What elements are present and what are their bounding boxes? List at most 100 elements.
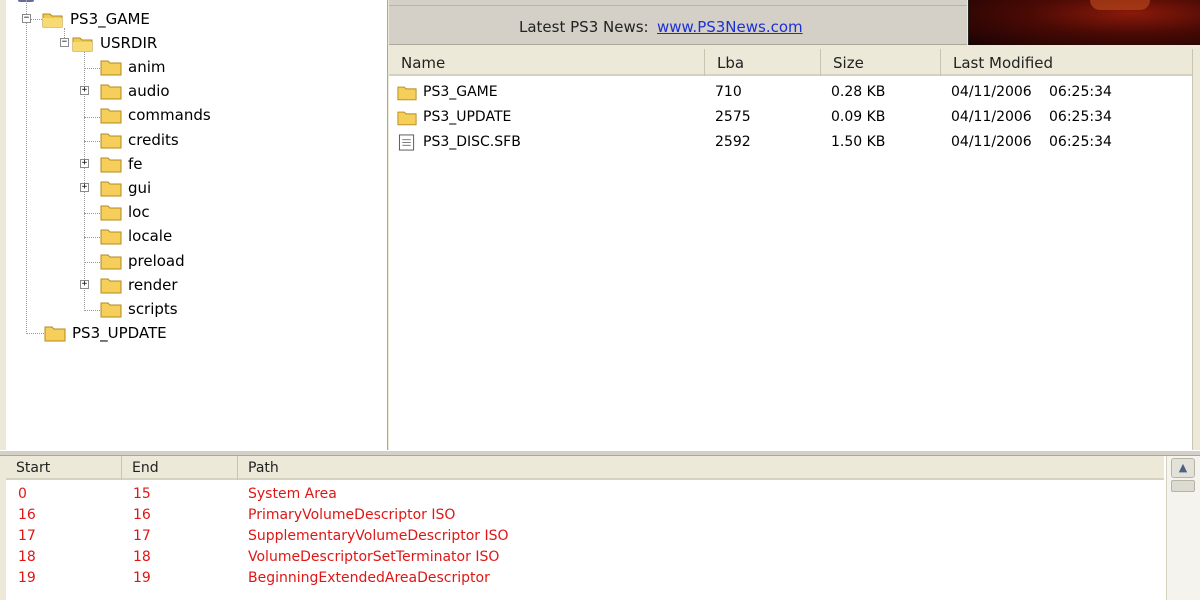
file-row[interactable]: PS3_DISC.SFB 2592 1.50 KB 04/11/2006 06:… bbox=[389, 130, 1192, 155]
folder-icon bbox=[100, 84, 122, 100]
tree-node-preload[interactable]: preload bbox=[100, 250, 185, 272]
tree-connector bbox=[84, 237, 100, 238]
folder-tree-panel[interactable]: − PS3_GAME − USRDIR anim + audio command… bbox=[6, 0, 388, 450]
tree-node-ps3-update[interactable]: PS3_UPDATE bbox=[44, 322, 167, 344]
tree-connector bbox=[26, 333, 44, 334]
tree-node-label: audio bbox=[128, 82, 170, 100]
column-header-start[interactable]: Start bbox=[6, 456, 122, 480]
news-link[interactable]: www.PS3News.com bbox=[657, 18, 803, 36]
sector-log-panel[interactable]: Start End Path 0 15 System Area 16 16 Pr… bbox=[6, 456, 1200, 600]
tree-node-commands[interactable]: commands bbox=[100, 104, 211, 126]
file-date: 04/11/2006 bbox=[951, 84, 1032, 100]
news-bar: Latest PS3 News: www.PS3News.com bbox=[389, 0, 967, 45]
scroll-thumb[interactable] bbox=[1171, 480, 1195, 492]
log-path: PrimaryVolumeDescriptor ISO bbox=[248, 507, 456, 523]
log-row[interactable]: 17 17 SupplementaryVolumeDescriptor ISO bbox=[6, 526, 1164, 547]
log-row[interactable]: 16 16 PrimaryVolumeDescriptor ISO bbox=[6, 505, 1164, 526]
news-label: Latest PS3 News: bbox=[519, 18, 649, 36]
folder-icon bbox=[100, 157, 122, 173]
tree-connector bbox=[84, 310, 100, 311]
log-end: 19 bbox=[133, 570, 151, 586]
file-lba: 710 bbox=[715, 84, 742, 100]
folder-icon bbox=[100, 278, 122, 294]
tree-node-label: USRDIR bbox=[100, 34, 158, 52]
folder-icon bbox=[100, 108, 122, 124]
file-name: PS3_DISC.SFB bbox=[423, 134, 521, 150]
log-path: SupplementaryVolumeDescriptor ISO bbox=[248, 528, 509, 544]
file-list-panel[interactable]: Name Lba Size Last Modified PS3_GAME 710… bbox=[389, 49, 1192, 450]
tree-node-label: fe bbox=[128, 155, 143, 173]
file-size: 0.09 KB bbox=[831, 109, 886, 125]
column-header-path[interactable]: Path bbox=[238, 456, 1164, 480]
tree-node-loc[interactable]: loc bbox=[100, 201, 150, 223]
file-row[interactable]: PS3_GAME 710 0.28 KB 04/11/2006 06:25:34 bbox=[389, 80, 1192, 105]
tree-node-label: gui bbox=[128, 179, 152, 197]
tree-node-label: credits bbox=[128, 131, 179, 149]
log-start: 17 bbox=[18, 528, 36, 544]
collapse-toggle[interactable]: − bbox=[60, 38, 69, 47]
log-row[interactable]: 19 19 BeginningExtendedAreaDescriptor bbox=[6, 568, 1164, 589]
tree-node-audio[interactable]: audio bbox=[100, 80, 170, 102]
tree-connector bbox=[26, 0, 27, 334]
log-vertical-scrollbar[interactable]: ▲ bbox=[1166, 456, 1200, 600]
folder-icon bbox=[100, 229, 122, 245]
log-row[interactable]: 0 15 System Area bbox=[6, 484, 1164, 505]
folder-icon bbox=[100, 181, 122, 197]
tree-connector bbox=[84, 68, 100, 69]
expand-toggle[interactable]: + bbox=[80, 86, 89, 95]
scroll-up-arrow-icon[interactable]: ▲ bbox=[1171, 458, 1195, 478]
tree-node-fe[interactable]: fe bbox=[100, 153, 143, 175]
folder-icon bbox=[100, 133, 122, 149]
file-name: PS3_UPDATE bbox=[423, 109, 512, 125]
expand-toggle[interactable]: + bbox=[80, 159, 89, 168]
folder-icon bbox=[397, 111, 417, 126]
tree-node-scripts[interactable]: scripts bbox=[100, 298, 178, 320]
expand-toggle[interactable]: + bbox=[80, 280, 89, 289]
log-end: 17 bbox=[133, 528, 151, 544]
file-time: 06:25:34 bbox=[1049, 134, 1112, 150]
file-time: 06:25:34 bbox=[1049, 84, 1112, 100]
folder-icon bbox=[100, 302, 122, 318]
log-header: Start End Path bbox=[6, 456, 1164, 480]
tree-connector bbox=[84, 117, 100, 118]
file-date: 04/11/2006 bbox=[951, 109, 1032, 125]
cut-off-info-row bbox=[389, 0, 967, 6]
tree-node-gui[interactable]: gui bbox=[100, 177, 151, 199]
log-row[interactable]: 18 18 VolumeDescriptorSetTerminator ISO bbox=[6, 547, 1164, 568]
column-header-lba[interactable]: Lba bbox=[705, 49, 821, 76]
column-header-name[interactable]: Name bbox=[389, 49, 705, 76]
banner-artwork bbox=[1090, 0, 1150, 10]
column-header-end[interactable]: End bbox=[122, 456, 238, 480]
column-header-size[interactable]: Size bbox=[821, 49, 941, 76]
folder-open-icon bbox=[72, 37, 93, 52]
collapse-toggle[interactable]: − bbox=[22, 14, 31, 23]
folder-icon bbox=[397, 86, 417, 101]
tree-node-label: anim bbox=[128, 58, 166, 76]
log-end: 15 bbox=[133, 486, 151, 502]
log-start: 0 bbox=[18, 486, 27, 502]
log-start: 16 bbox=[18, 507, 36, 523]
column-header-last-modified[interactable]: Last Modified bbox=[941, 49, 1192, 76]
file-list-header: Name Lba Size Last Modified bbox=[389, 49, 1192, 76]
file-list-scrollbar[interactable] bbox=[1192, 49, 1200, 450]
tree-node-label: loc bbox=[128, 203, 150, 221]
log-path: System Area bbox=[248, 486, 337, 502]
tree-node-label: render bbox=[128, 276, 178, 294]
log-start: 19 bbox=[18, 570, 36, 586]
log-path: BeginningExtendedAreaDescriptor bbox=[248, 570, 490, 586]
tree-node-label: commands bbox=[128, 106, 211, 124]
log-start: 18 bbox=[18, 549, 36, 565]
log-path: VolumeDescriptorSetTerminator ISO bbox=[248, 549, 500, 565]
expand-toggle[interactable]: + bbox=[80, 183, 89, 192]
tree-node-anim[interactable]: anim bbox=[100, 56, 165, 78]
tree-node-ps3-game[interactable]: PS3_GAME bbox=[42, 8, 150, 30]
folder-icon bbox=[44, 326, 66, 342]
tree-node-label: PS3_UPDATE bbox=[72, 324, 167, 342]
file-row[interactable]: PS3_UPDATE 2575 0.09 KB 04/11/2006 06:25… bbox=[389, 105, 1192, 130]
tree-node-usrdir[interactable]: USRDIR bbox=[72, 32, 157, 54]
tree-node-render[interactable]: render bbox=[100, 274, 178, 296]
tree-node-locale[interactable]: locale bbox=[100, 225, 172, 247]
tree-node-label: scripts bbox=[128, 300, 178, 318]
tree-connector bbox=[84, 141, 100, 142]
tree-node-credits[interactable]: credits bbox=[100, 129, 179, 151]
